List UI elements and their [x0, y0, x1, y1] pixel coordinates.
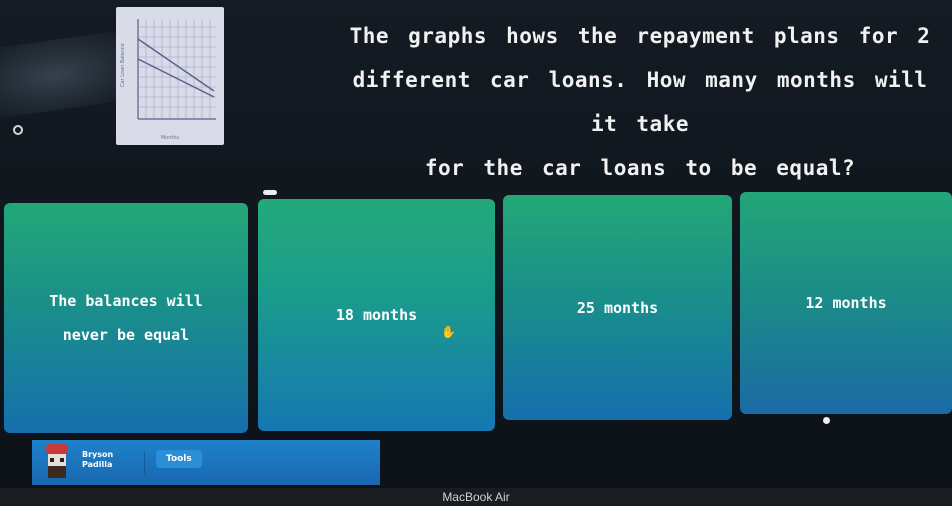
- answer-option-4[interactable]: 12 months: [740, 192, 952, 414]
- indicator-dot: [823, 417, 830, 424]
- screen: Car Loan Balance Months The graphs hows …: [0, 0, 952, 490]
- answer-option-2-label: 18 months: [335, 306, 418, 324]
- answer-option-1[interactable]: The balances will never be equal: [4, 203, 248, 433]
- toolbar-divider: [144, 452, 145, 474]
- player-avatar: [46, 444, 68, 478]
- graph-ylabel: Car Loan Balance: [120, 43, 126, 87]
- device-label: MacBook Air: [442, 490, 510, 504]
- camera-dot-icon: [13, 125, 23, 135]
- player-first-name: Bryson: [82, 450, 114, 459]
- hand-cursor-icon: ✋: [441, 325, 456, 339]
- question-graph-image: Car Loan Balance Months: [116, 7, 224, 145]
- player-bar: Bryson Padilla Tools: [32, 440, 380, 485]
- question-line-2: different car loans. How many months wil…: [352, 68, 928, 136]
- answer-option-4-label: 12 months: [805, 294, 887, 312]
- answer-1-line-1: The balances will: [49, 292, 203, 310]
- question-text: The graphs hows the repayment plans for …: [330, 14, 950, 190]
- screen-glare: [0, 29, 135, 121]
- player-name: Bryson Padilla: [82, 450, 113, 470]
- answer-1-line-2: never be equal: [62, 326, 190, 344]
- answer-option-2[interactable]: 18 months: [258, 199, 495, 431]
- laptop-bezel: MacBook Air: [0, 488, 952, 506]
- question-line-3: for the car loans to be equal?: [424, 156, 856, 180]
- tools-button[interactable]: Tools: [156, 450, 202, 468]
- graph-grid: [137, 19, 216, 119]
- answer-option-1-label: The balances will never be equal: [9, 284, 243, 352]
- answer-option-3[interactable]: 25 months: [503, 195, 732, 420]
- graph-xlabel: Months: [161, 135, 180, 141]
- answer-option-3-label: 25 months: [576, 298, 659, 317]
- graph-svg: Car Loan Balance Months: [120, 19, 216, 141]
- player-last-name: Padilla: [82, 460, 113, 469]
- question-line-1: The graphs hows the repayment plans for …: [349, 24, 931, 48]
- answer-options: The balances will never be equal 18 mont…: [0, 192, 952, 435]
